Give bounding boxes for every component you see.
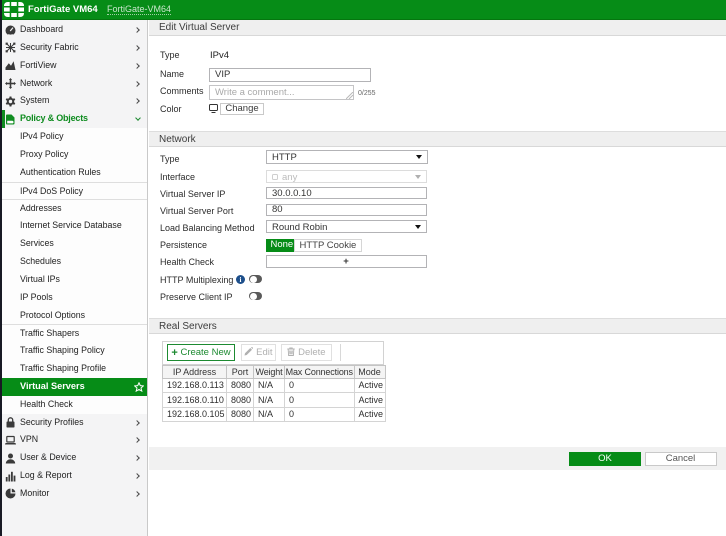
svg-text:i: i	[240, 276, 242, 284]
